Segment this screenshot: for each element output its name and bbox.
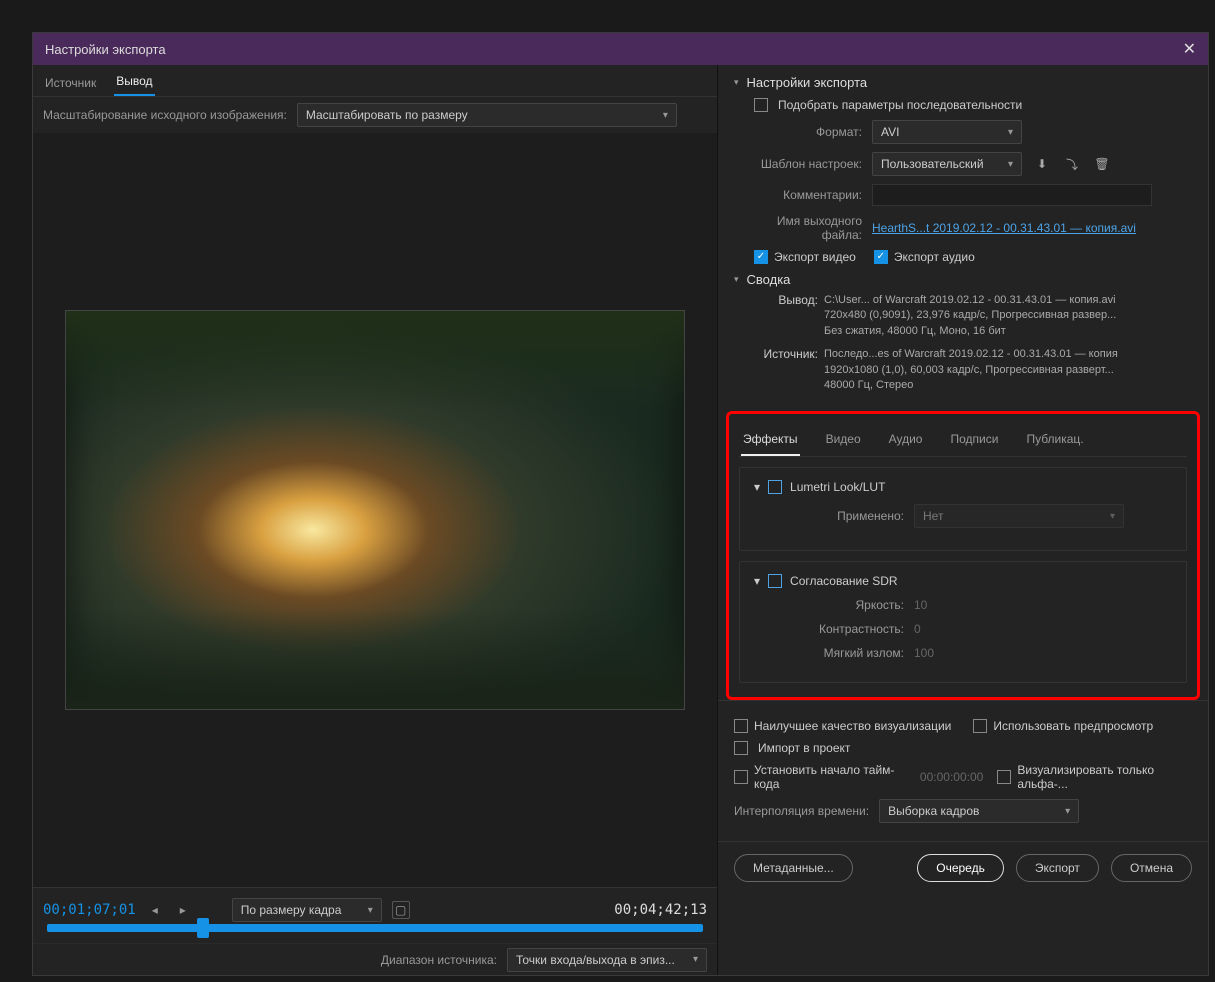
output-name-label: Имя выходного файла:: [734, 214, 862, 242]
brightness-value[interactable]: 10: [914, 598, 927, 612]
max-quality-checkbox[interactable]: [734, 719, 748, 733]
fit-select[interactable]: По размеру кадра ▾: [232, 898, 382, 922]
summary-header[interactable]: ▾ Сводка: [734, 272, 1192, 287]
scale-label: Масштабирование исходного изображения:: [43, 108, 287, 122]
next-frame-icon[interactable]: ▸: [174, 901, 192, 919]
export-audio-checkbox[interactable]: [874, 250, 888, 264]
tab-video[interactable]: Видео: [824, 424, 863, 456]
queue-button[interactable]: Очередь: [917, 854, 1004, 882]
tab-audio[interactable]: Аудио: [887, 424, 925, 456]
chevron-down-icon: ▾: [663, 110, 668, 121]
export-button[interactable]: Экспорт: [1016, 854, 1099, 882]
export-settings-header[interactable]: ▾ Настройки экспорта: [734, 75, 1192, 90]
alpha-only-checkbox[interactable]: [997, 770, 1011, 784]
right-panel: ▾ Настройки экспорта Подобрать параметры…: [718, 65, 1208, 975]
metadata-button[interactable]: Метаданные...: [734, 854, 853, 882]
trash-icon[interactable]: 🗑: [1092, 154, 1112, 174]
total-duration: 00;04;42;13: [614, 902, 707, 918]
range-select[interactable]: Точки входа/выхода в эпиз... ▾: [507, 948, 707, 972]
use-preview-checkbox[interactable]: [973, 719, 987, 733]
fit-value: По размеру кадра: [241, 903, 342, 917]
preset-select[interactable]: Пользовательский ▾: [872, 152, 1022, 176]
tab-captions[interactable]: Подписи: [948, 424, 1000, 456]
chevron-down-icon: ▾: [368, 905, 373, 916]
applied-label: Применено:: [754, 509, 904, 523]
preset-label: Шаблон настроек:: [734, 157, 862, 171]
tab-source[interactable]: Источник: [43, 70, 98, 96]
range-value: Точки входа/выхода в эпиз...: [516, 953, 675, 967]
twirl-icon: ▾: [734, 77, 739, 88]
contrast-value[interactable]: 0: [914, 622, 921, 636]
summary-output-text: C:\User... of Warcraft 2019.02.12 - 00.3…: [824, 293, 1116, 339]
twirl-icon[interactable]: ▾: [754, 480, 760, 494]
cancel-button[interactable]: Отмена: [1111, 854, 1192, 882]
import-project-checkbox[interactable]: [734, 741, 748, 755]
dialog-title: Настройки экспорта: [45, 42, 166, 57]
video-preview[interactable]: [65, 310, 685, 710]
effects-highlight: Эффекты Видео Аудио Подписи Публикац. ▾ …: [726, 411, 1200, 700]
summary-source-text: Последо...es of Warcraft 2019.02.12 - 00…: [824, 347, 1118, 393]
export-settings-dialog: Настройки экспорта ✕ Источник Вывод Масш…: [32, 32, 1209, 976]
chevron-down-icon: ▾: [1008, 127, 1013, 138]
contrast-label: Контрастность:: [754, 622, 904, 636]
range-label: Диапазон источника:: [381, 953, 497, 967]
save-preset-icon[interactable]: ⬇: [1032, 154, 1052, 174]
timeline-track[interactable]: [47, 924, 703, 932]
sdr-checkbox[interactable]: [768, 574, 782, 588]
timecode-value: 00:00:00:00: [920, 770, 983, 784]
scale-value: Масштабировать по размеру: [306, 108, 468, 122]
output-name-link[interactable]: HearthS...t 2019.02.12 - 00.31.43.01 — к…: [872, 221, 1136, 235]
brightness-label: Яркость:: [754, 598, 904, 612]
lumetri-title: Lumetri Look/LUT: [790, 480, 885, 494]
format-label: Формат:: [734, 125, 862, 139]
softclip-value[interactable]: 100: [914, 646, 934, 660]
titlebar: Настройки экспорта ✕: [33, 33, 1208, 65]
chevron-down-icon: ▾: [1110, 511, 1115, 522]
match-sequence-label: Подобрать параметры последовательности: [778, 98, 1022, 112]
close-icon[interactable]: ✕: [1183, 39, 1196, 59]
tab-output[interactable]: Вывод: [114, 68, 154, 96]
import-preset-icon[interactable]: ⤵: [1062, 154, 1082, 174]
chevron-down-icon: ▾: [1065, 806, 1070, 817]
format-select[interactable]: AVI ▾: [872, 120, 1022, 144]
tab-publish[interactable]: Публикац.: [1024, 424, 1085, 456]
current-timecode[interactable]: 00;01;07;01: [43, 902, 136, 918]
aspect-icon[interactable]: ▢: [392, 901, 410, 919]
playhead[interactable]: [197, 918, 209, 938]
summary-output-label: Вывод:: [754, 293, 818, 339]
applied-select: Нет ▾: [914, 504, 1124, 528]
tab-effects[interactable]: Эффекты: [741, 424, 800, 456]
summary-source-label: Источник:: [754, 347, 818, 393]
comments-label: Комментарии:: [734, 188, 862, 202]
export-video-checkbox[interactable]: [754, 250, 768, 264]
chevron-down-icon: ▾: [693, 954, 698, 965]
lumetri-section: ▾ Lumetri Look/LUT Применено: Нет ▾: [739, 467, 1187, 551]
interp-label: Интерполяция времени:: [734, 804, 869, 818]
scale-select[interactable]: Масштабировать по размеру ▾: [297, 103, 677, 127]
match-sequence-checkbox[interactable]: [754, 98, 768, 112]
interp-select[interactable]: Выборка кадров ▾: [879, 799, 1079, 823]
left-panel: Источник Вывод Масштабирование исходного…: [33, 65, 718, 975]
prev-frame-icon[interactable]: ◂: [146, 901, 164, 919]
lumetri-checkbox[interactable]: [768, 480, 782, 494]
softclip-label: Мягкий излом:: [754, 646, 904, 660]
set-timecode-checkbox[interactable]: [734, 770, 748, 784]
comments-input[interactable]: [872, 184, 1152, 206]
sdr-title: Согласование SDR: [790, 574, 898, 588]
twirl-icon: ▾: [734, 274, 739, 285]
chevron-down-icon: ▾: [1008, 159, 1013, 170]
sdr-section: ▾ Согласование SDR Яркость: 10 Контрастн…: [739, 561, 1187, 683]
twirl-icon[interactable]: ▾: [754, 574, 760, 588]
